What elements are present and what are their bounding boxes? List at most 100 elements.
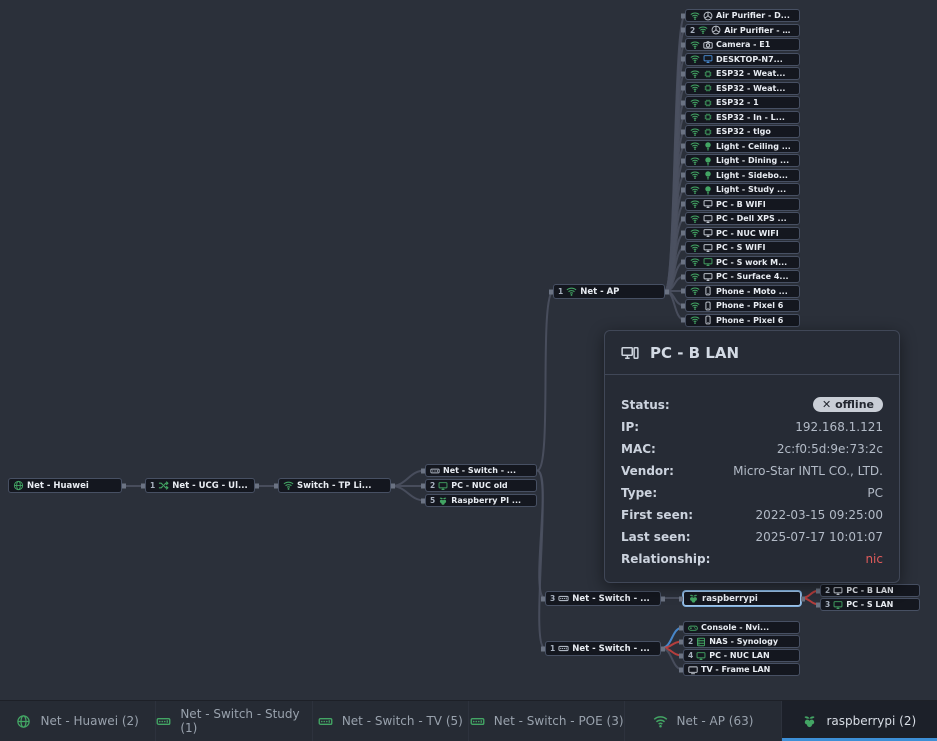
- device-node[interactable]: ESP32 - 1: [685, 96, 800, 109]
- phone-icon: [703, 315, 713, 325]
- card-row-label: Vendor:: [621, 464, 674, 478]
- card-row-label: MAC:: [621, 442, 656, 456]
- node-label: PC - NUC LAN: [709, 651, 795, 660]
- node-badge: 2: [825, 586, 830, 595]
- shuffle-icon: [158, 480, 169, 491]
- card-row-value: 2c:f0:5d:9e:73:2c: [777, 442, 883, 456]
- device-node[interactable]: 5 Raspberry PI ...: [425, 494, 537, 507]
- node-label: Air Purifier - D...: [716, 11, 795, 20]
- node-label: Phone - Pixel 6: [716, 301, 795, 310]
- signal-icon: [690, 98, 700, 108]
- chip-icon: [703, 112, 713, 122]
- link: [537, 471, 545, 599]
- switch-icon: [156, 714, 171, 729]
- device-node[interactable]: PC - B WIFI: [685, 198, 800, 211]
- signal-icon: [690, 141, 700, 151]
- node-label: Camera - E1: [716, 40, 795, 49]
- card-row-label: Relationship:: [621, 552, 710, 566]
- node-net-switch-bottom[interactable]: 1 Net - Switch - ...: [545, 641, 661, 656]
- link: [537, 471, 545, 649]
- card-row-label: IP:: [621, 420, 639, 434]
- tab[interactable]: Net - Huawei (2): [0, 701, 156, 741]
- tab-label: Net - AP (63): [677, 714, 754, 728]
- node-net-switch-rpi[interactable]: 3 Net - Switch - ...: [545, 591, 661, 606]
- device-node[interactable]: ESP32 - Weat...: [685, 67, 800, 80]
- signal-icon: [690, 272, 700, 282]
- tab-label: Net - Switch - POE (3): [494, 714, 624, 728]
- card-row: Relationship: nic: [621, 552, 883, 566]
- device-node[interactable]: 2 PC - B LAN: [820, 584, 920, 597]
- device-node[interactable]: Phone - Pixel 6: [685, 314, 800, 327]
- signal-icon: [690, 54, 700, 64]
- device-node[interactable]: DESKTOP-N7...: [685, 53, 800, 66]
- device-node[interactable]: Light - Dining ...: [685, 154, 800, 167]
- wifi-icon: [283, 480, 294, 491]
- node-net-ap[interactable]: 1 Net - AP: [553, 284, 665, 299]
- node-label: Light - Ceiling ...: [716, 142, 795, 151]
- device-node[interactable]: PC - Surface 4...: [685, 270, 800, 283]
- card-row-value: Micro-Star INTL CO., LTD.: [733, 464, 883, 478]
- node-label: Air Purifier - X...: [724, 26, 795, 35]
- device-node[interactable]: ESP32 - In - L...: [685, 111, 800, 124]
- device-node[interactable]: PC - S WIFI: [685, 241, 800, 254]
- node-label: Net - AP: [580, 287, 660, 297]
- device-node[interactable]: TV - Frame LAN: [683, 663, 800, 676]
- tab[interactable]: Net - Switch - Study (1): [156, 701, 312, 741]
- device-node[interactable]: Phone - Pixel 6: [685, 299, 800, 312]
- device-node[interactable]: Console - Nvi...: [683, 621, 800, 634]
- card-row: Vendor: Micro-Star INTL CO., LTD.: [621, 464, 883, 478]
- device-node[interactable]: Net - Switch - ...: [425, 464, 537, 477]
- raspberrypi-nic-list: 2 PC - B LAN 3 PC - S LAN: [820, 584, 920, 611]
- device-node[interactable]: Light - Study ...: [685, 183, 800, 196]
- tab-label: Net - Switch - TV (5): [342, 714, 463, 728]
- card-row-value: 2022-03-15 09:25:00: [756, 508, 883, 522]
- device-node[interactable]: PC - S work M...: [685, 256, 800, 269]
- camera-icon: [703, 40, 713, 50]
- tab[interactable]: Net - AP (63): [625, 701, 781, 741]
- device-node[interactable]: 2 PC - NUC old: [425, 479, 537, 492]
- gamepad-icon: [688, 623, 698, 633]
- node-raspberrypi[interactable]: raspberrypi: [683, 591, 801, 606]
- node-label: Light - Dining ...: [716, 156, 795, 165]
- device-node[interactable]: 2 Air Purifier - X...: [685, 24, 800, 37]
- node-label: raspberrypi: [702, 594, 796, 604]
- device-node[interactable]: ESP32 - Weat...: [685, 82, 800, 95]
- monitor-icon: [703, 228, 713, 238]
- signal-icon: [690, 286, 700, 296]
- bulb-icon: [703, 185, 713, 195]
- monitor-icon: [703, 199, 713, 209]
- device-node[interactable]: ESP32 - tlgo: [685, 125, 800, 138]
- signal-icon: [690, 214, 700, 224]
- device-node[interactable]: 4 PC - NUC LAN: [683, 649, 800, 662]
- node-label: Console - Nvi...: [701, 623, 795, 632]
- raspberry-icon: [438, 496, 448, 506]
- device-node[interactable]: PC - NUC WIFI: [685, 227, 800, 240]
- signal-icon: [690, 301, 700, 311]
- device-node[interactable]: Light - Ceiling ...: [685, 140, 800, 153]
- node-switch-tp[interactable]: Switch - TP Li...: [278, 478, 391, 493]
- tab[interactable]: Net - Switch - POE (3): [469, 701, 625, 741]
- card-row-value: 192.168.1.121: [795, 420, 883, 434]
- device-node[interactable]: 2 NAS - Synology: [683, 635, 800, 648]
- device-node[interactable]: Phone - Moto ...: [685, 285, 800, 298]
- device-node[interactable]: PC - Dell XPS ...: [685, 212, 800, 225]
- chip-icon: [703, 98, 713, 108]
- signal-icon: [690, 156, 700, 166]
- node-label: Net - Switch - ...: [572, 644, 656, 654]
- tab[interactable]: Net - Switch - TV (5): [313, 701, 469, 741]
- signal-icon: [690, 127, 700, 137]
- node-badge: 5: [430, 496, 435, 505]
- card-row-label: Last seen:: [621, 530, 691, 544]
- device-node[interactable]: Camera - E1: [685, 38, 800, 51]
- bulb-icon: [703, 141, 713, 151]
- link: [391, 486, 425, 501]
- device-node[interactable]: 3 PC - S LAN: [820, 598, 920, 611]
- device-node[interactable]: Light - Sidebo...: [685, 169, 800, 182]
- tab[interactable]: raspberrypi (2): [782, 701, 937, 741]
- card-row: MAC: 2c:f0:5d:9e:73:2c: [621, 442, 883, 456]
- node-net-ucg[interactable]: 1 Net - UCG - Ul...: [145, 478, 255, 493]
- card-row-label: Status:: [621, 398, 670, 412]
- chip-icon: [703, 69, 713, 79]
- node-net-huawei[interactable]: Net - Huawei: [8, 478, 122, 493]
- device-node[interactable]: Air Purifier - D...: [685, 9, 800, 22]
